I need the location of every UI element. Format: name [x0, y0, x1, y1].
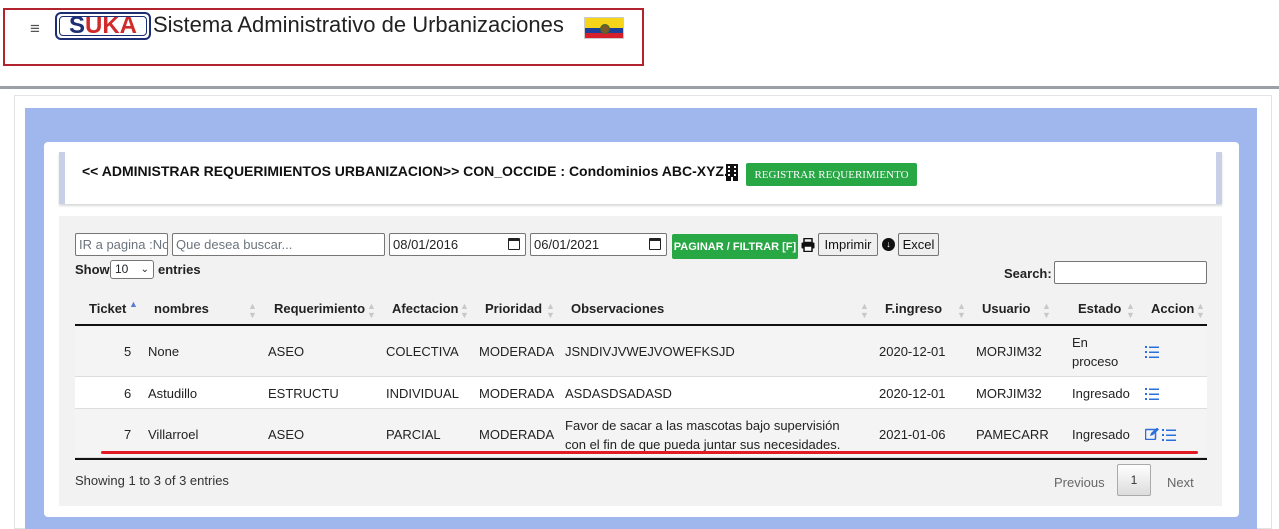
cell-requerimiento: ESTRUCTU [268, 386, 339, 401]
sort-icon: ▲ ▼ [957, 301, 966, 320]
table-search-input[interactable] [1054, 261, 1207, 284]
column-header-nombres[interactable]: nombres [154, 301, 209, 317]
page-heading: << ADMINISTRAR REQUERIMIENTOS URBANIZACI… [82, 163, 728, 179]
sort-icon: ▲ ▼ [367, 301, 376, 320]
list-detail-icon[interactable] [1145, 346, 1159, 358]
cell-estado: Ingresado [1072, 427, 1130, 442]
sort-asc-icon: ▲ [129, 299, 138, 309]
cell-ticket: 7 [124, 427, 132, 442]
pagination-next[interactable]: Next [1167, 475, 1194, 491]
cell-afectacion: PARCIAL [386, 427, 441, 442]
date-to-input[interactable]: 06/01/2021 [530, 233, 667, 256]
sort-icon: ▲ ▼ [248, 301, 257, 320]
cell-usuario: PAMECARR [976, 427, 1049, 442]
cell-requerimiento: ASEO [268, 427, 305, 442]
calendar-icon[interactable] [508, 238, 520, 250]
cell-usuario: MORJIM32 [976, 344, 1042, 359]
cell-prioridad: MODERADA [479, 386, 555, 401]
top-navbar: ≡ S UKA Sistema Administrativo de Urbaniz… [0, 0, 1279, 88]
cell-usuario: MORJIM32 [976, 386, 1042, 401]
cell-requerimiento: ASEO [268, 344, 305, 359]
sort-icon: ▲ ▼ [546, 301, 555, 320]
hamburger-icon[interactable]: ≡ [30, 19, 40, 39]
date-to-value: 06/01/2021 [534, 237, 600, 252]
entries-label: entries [158, 262, 201, 277]
sort-icon: ▲ ▼ [460, 301, 469, 320]
suka-logo[interactable]: S UKA [55, 12, 151, 40]
column-header-usuario[interactable]: Usuario [982, 301, 1030, 317]
ecuador-flag-icon [584, 17, 624, 39]
chevron-down-icon: ⌄ [140, 264, 149, 275]
cell-estado: En proceso [1072, 335, 1119, 369]
column-header-fingreso[interactable]: F.ingreso [885, 301, 942, 317]
paginate-filter-button[interactable]: PAGINAR / FILTRAR [F] [672, 234, 798, 259]
date-from-value: 08/01/2016 [393, 237, 459, 252]
download-icon: ↓ [882, 238, 895, 251]
column-header-afectacion[interactable]: Afectacion [392, 301, 458, 317]
page-size-select[interactable]: 10 ⌄ [110, 260, 154, 279]
column-header-requerimiento[interactable]: Requerimiento [274, 301, 365, 317]
printer-icon [801, 238, 815, 252]
cell-observaciones: ASDASDSADASD [565, 386, 672, 401]
cell-afectacion: COLECTIVA [386, 344, 459, 359]
calendar-icon[interactable] [649, 238, 661, 250]
cell-fingreso: 2021-01-06 [879, 427, 946, 442]
cell-fingreso: 2020-12-01 [879, 344, 946, 359]
cell-ticket: 5 [124, 344, 132, 359]
search-label: Search: [1004, 266, 1052, 281]
sort-icon: ▲ ▼ [1042, 301, 1051, 320]
date-from-input[interactable]: 08/01/2016 [389, 233, 526, 256]
cell-nombres: Astudillo [148, 386, 198, 401]
register-requirement-button[interactable]: REGISTRAR REQUERIMIENTO [746, 163, 917, 186]
cell-prioridad: MODERADA [479, 427, 555, 442]
cell-observaciones: Favor de sacar a las mascotas bajo super… [565, 418, 841, 452]
sort-icon: ▲ ▼ [1196, 301, 1205, 320]
cell-nombres: Villarroel [148, 427, 199, 442]
red-highlight-underline [101, 451, 1198, 454]
page-size-value: 10 [115, 262, 129, 276]
sort-icon: ▲ ▼ [1126, 301, 1135, 320]
column-header-accion[interactable]: Accion [1151, 301, 1194, 317]
cell-afectacion: INDIVIDUAL [386, 386, 459, 401]
page-number-input[interactable]: IR a pagina :No [75, 233, 168, 256]
show-label: Show [75, 262, 110, 277]
pagination-page-1[interactable]: 1 [1117, 464, 1151, 496]
cell-observaciones: JSNDIVJVWEJVOWEFKSJD [565, 344, 735, 359]
cell-estado: Ingresado [1072, 386, 1130, 401]
table-info: Showing 1 to 3 of 3 entries [75, 473, 229, 488]
column-header-prioridad[interactable]: Prioridad [485, 301, 542, 317]
column-header-estado[interactable]: Estado [1078, 301, 1121, 317]
list-detail-icon[interactable] [1145, 388, 1159, 400]
cell-prioridad: MODERADA [479, 344, 555, 359]
print-button[interactable]: Imprimir [818, 233, 878, 256]
table-bottom-border [75, 458, 1207, 460]
cell-fingreso: 2020-12-01 [879, 386, 946, 401]
building-icon [726, 164, 738, 181]
sort-icon: ▲ ▼ [860, 301, 869, 320]
app-title: Sistema Administrativo de Urbanizaciones [153, 12, 564, 37]
pagination-previous[interactable]: Previous [1054, 475, 1105, 491]
column-header-ticket[interactable]: Ticket [89, 301, 126, 317]
list-detail-icon[interactable] [1162, 429, 1176, 441]
column-header-observaciones[interactable]: Observaciones [571, 301, 664, 317]
search-text-input[interactable]: Que desea buscar... [172, 233, 385, 256]
cell-ticket: 6 [124, 386, 132, 401]
header-divider [0, 86, 1279, 89]
excel-button[interactable]: Excel [898, 233, 939, 256]
cell-nombres: None [148, 344, 180, 359]
edit-icon[interactable] [1145, 428, 1159, 440]
